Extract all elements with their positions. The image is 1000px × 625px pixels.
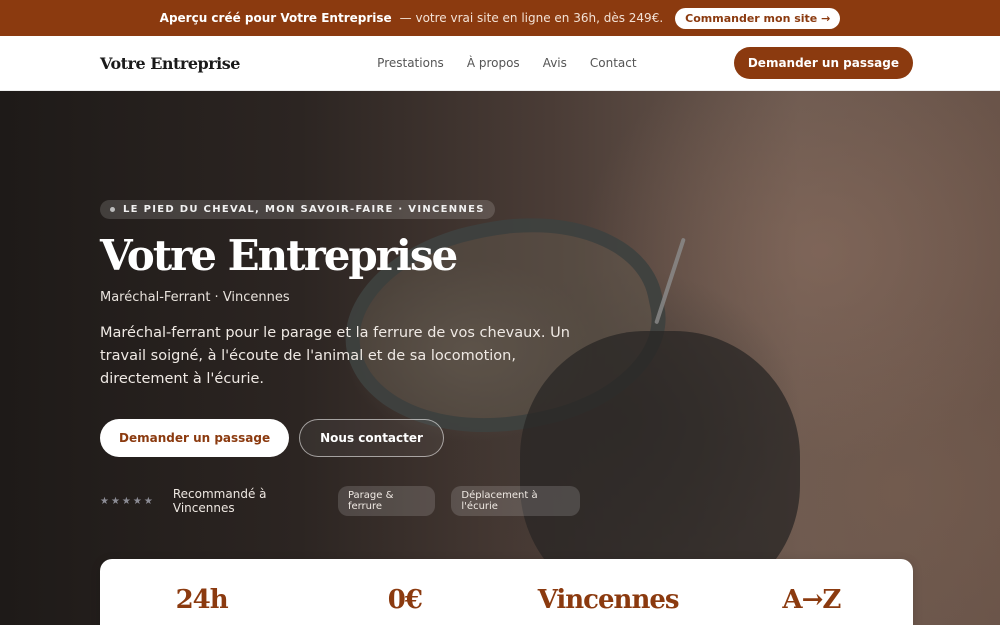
hero-background-tool: [654, 237, 686, 325]
order-site-button[interactable]: Commander mon site →: [675, 7, 841, 29]
brand-logo[interactable]: Votre Entreprise: [100, 54, 240, 73]
stats-card: 24h 0€ Vincennes A→Z: [100, 559, 913, 625]
hero-content: LE PIED DU CHEVAL, MON SAVOIR-FAIRE · VI…: [100, 197, 580, 516]
hero-request-visit-button[interactable]: Demander un passage: [100, 419, 290, 457]
dot-icon: [110, 207, 115, 212]
nav-link-a-propos[interactable]: À propos: [467, 56, 520, 70]
stat-value: 0€: [387, 585, 423, 615]
chip-parage-ferrure: Parage & ferrure: [337, 486, 436, 516]
nav-links: Prestations À propos Avis Contact: [377, 56, 636, 70]
hero-title: Votre Entreprise: [100, 231, 458, 280]
promo-preview-strong: Aperçu créé pour Votre Entreprise: [159, 11, 392, 25]
hero-subtitle: Maréchal-Ferrant · Vincennes: [100, 290, 290, 305]
chip-deplacement-ecurie: Déplacement à l'écurie: [451, 486, 580, 516]
stat-value: Vincennes: [537, 585, 680, 615]
hero-kicker: LE PIED DU CHEVAL, MON SAVOIR-FAIRE · VI…: [100, 200, 495, 219]
promo-preview-rest: — votre vrai site en ligne en 36h, dès 2…: [399, 11, 664, 25]
stat-value: A→Z: [782, 585, 841, 615]
nav-link-prestations[interactable]: Prestations: [377, 56, 444, 70]
nav-link-contact[interactable]: Contact: [590, 56, 637, 70]
nav-request-visit-button[interactable]: Demander un passage: [733, 47, 913, 79]
navbar: Votre Entreprise Prestations À propos Av…: [0, 36, 1000, 91]
hero-contact-button[interactable]: Nous contacter: [299, 419, 444, 457]
star-icon: ★★★★★: [100, 495, 155, 507]
nav-link-avis[interactable]: Avis: [543, 56, 567, 70]
hero-actions: Demander un passage Nous contacter: [100, 419, 580, 457]
hero-trust-row: ★★★★★ Recommandé à Vincennes Parage & fe…: [100, 486, 580, 516]
hero-kicker-text: LE PIED DU CHEVAL, MON SAVOIR-FAIRE · VI…: [123, 204, 485, 215]
stat-value: 24h: [175, 585, 229, 615]
hero-description: Maréchal-ferrant pour le parage et la fe…: [100, 325, 570, 387]
recommendation-text: Recommandé à Vincennes: [172, 487, 267, 515]
hero-section: LE PIED DU CHEVAL, MON SAVOIR-FAIRE · VI…: [0, 91, 1000, 625]
promo-banner: Aperçu créé pour Votre Entreprise — votr…: [0, 0, 1000, 36]
